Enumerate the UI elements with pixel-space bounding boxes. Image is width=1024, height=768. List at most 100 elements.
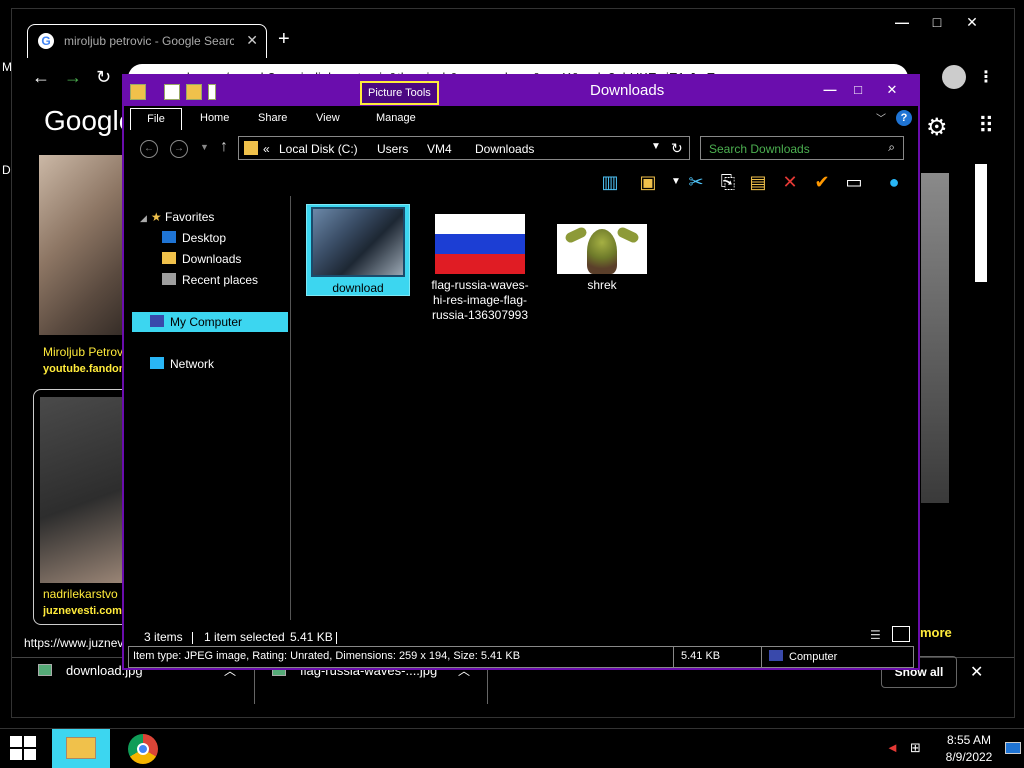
details-location-label: Computer <box>789 651 838 663</box>
new-folder-icon[interactable] <box>186 84 202 100</box>
taskbar-chrome[interactable] <box>128 734 158 764</box>
delete-icon[interactable]: ✕ <box>778 170 802 194</box>
up-arrow-icon[interactable]: ↑ <box>220 138 228 156</box>
more-results-link[interactable]: more <box>920 625 952 640</box>
new-tab-button[interactable]: + <box>278 29 290 49</box>
nav-network[interactable]: Network <box>150 357 214 371</box>
image-result-1-title[interactable]: Miroljub Petrovic <box>43 345 129 359</box>
nav-downloads[interactable]: Downloads <box>162 252 241 266</box>
details-file-info: Item type: JPEG image, Rating: Unrated, … <box>133 650 521 662</box>
show-desktop-icon[interactable] <box>1005 742 1021 754</box>
search-downloads-input[interactable]: Search Downloads ⌕ <box>700 136 904 160</box>
cut-icon[interactable]: ✂ <box>684 170 708 194</box>
computer-icon <box>150 315 164 327</box>
ribbon-tab-share[interactable]: Share <box>258 112 287 124</box>
customize-quick-access-icon[interactable] <box>208 84 216 100</box>
chrome-menu-icon[interactable]: ⋮ <box>978 67 994 87</box>
large-icons-view-icon[interactable] <box>892 626 910 642</box>
network-icon <box>150 357 164 369</box>
breadcrumb-vm4[interactable]: VM4 <box>427 142 452 156</box>
image-result-1-source[interactable]: youtube.fandom.com <box>43 363 129 375</box>
image-result-2-source[interactable]: juznevesti.com <box>43 605 129 617</box>
explorer-maximize-button[interactable]: □ <box>846 80 870 100</box>
address-dropdown-icon[interactable]: ▼ <box>651 141 661 152</box>
chrome-tab-close-icon[interactable]: ✕ <box>246 32 258 49</box>
folder-icon <box>244 141 258 155</box>
clock-time[interactable]: 8:55 AM <box>930 733 1008 747</box>
nav-network-label: Network <box>170 357 215 371</box>
downloads-folder-icon <box>162 252 176 264</box>
file-item-download[interactable]: download <box>306 204 410 296</box>
status-url: https://www.juznevesti.com <box>12 633 130 653</box>
nav-my-computer-item[interactable]: My Computer <box>150 315 242 329</box>
breadcrumb-downloads[interactable]: Downloads <box>475 142 534 156</box>
nav-desktop[interactable]: Desktop <box>162 231 226 245</box>
network-globe-icon[interactable]: ● <box>882 170 906 194</box>
breadcrumb-users[interactable]: Users <box>377 142 408 156</box>
chrome-minimize-button[interactable]: — <box>890 12 914 32</box>
ribbon-tab-view[interactable]: View <box>316 112 340 124</box>
chrome-close-button[interactable]: ✕ <box>960 12 984 32</box>
network-tray-icon[interactable]: ⊞ <box>910 740 921 756</box>
nav-favorites[interactable]: ◢ ★ Favorites <box>140 210 214 224</box>
volume-muted-icon[interactable]: ◄ <box>886 740 899 755</box>
image-result-2-title[interactable]: nadrilekarstvo <box>43 587 129 601</box>
star-icon: ★ <box>150 210 162 224</box>
forward-arrow-icon[interactable]: → <box>170 140 188 158</box>
select-all-icon[interactable]: ✔ <box>810 170 834 194</box>
refresh-icon[interactable]: ↻ <box>671 140 683 157</box>
google-logo[interactable]: Google <box>44 105 134 137</box>
back-arrow-icon[interactable]: ← <box>140 140 158 158</box>
pane-divider[interactable] <box>290 196 291 620</box>
start-button[interactable] <box>10 736 38 762</box>
ribbon-tab-manage[interactable]: Manage <box>376 112 416 124</box>
thumbnail-flag-russia <box>435 214 525 274</box>
google-apps-icon[interactable]: ⠿ <box>978 113 994 139</box>
rename-icon[interactable]: ▭ <box>842 170 866 194</box>
picture-tools-tab[interactable]: Picture Tools <box>360 81 439 105</box>
breadcrumb-local-disk[interactable]: Local Disk (C:) <box>279 142 358 156</box>
copy-icon[interactable]: ⎘ <box>716 170 740 194</box>
file-name: flag-russia-waves-hi-res-image-flag-russ… <box>431 278 529 322</box>
details-view-icon[interactable]: ☰ <box>870 628 881 642</box>
page-scrollbar-thumb[interactable] <box>975 164 987 282</box>
ribbon-tabs <box>124 106 918 132</box>
chrome-tab[interactable]: G miroljub petrovic - Google Search ✕ <box>27 24 267 58</box>
file-explorer-icon <box>66 737 96 759</box>
explorer-address-bar[interactable]: « Local Disk (C:) Users VM4 Downloads ▼ … <box>238 136 690 160</box>
taskbar-file-explorer[interactable] <box>52 729 110 768</box>
ribbon-tab-file[interactable]: File <box>130 108 182 130</box>
profile-avatar-icon[interactable] <box>942 65 966 89</box>
paste-icon[interactable]: ▤ <box>746 170 770 194</box>
image-result-right[interactable] <box>921 173 949 503</box>
forward-arrow-icon[interactable]: → <box>64 67 82 88</box>
clock-date[interactable]: 8/9/2022 <box>930 750 1008 764</box>
explorer-close-button[interactable]: ✕ <box>880 80 904 100</box>
close-downloads-bar-icon[interactable]: ✕ <box>970 662 983 682</box>
status-selected-size: 5.41 KB <box>290 630 333 644</box>
explorer-window: Picture Tools Downloads — □ ✕ File Home … <box>122 74 920 670</box>
back-arrow-icon[interactable]: ← <box>32 67 50 88</box>
properties-icon[interactable] <box>164 84 180 100</box>
ribbon-tab-home[interactable]: Home <box>200 112 229 124</box>
nav-recent-places[interactable]: Recent places <box>162 273 258 287</box>
help-icon[interactable]: ? <box>896 110 912 126</box>
reload-icon[interactable]: ↻ <box>96 67 111 88</box>
explorer-titlebar[interactable]: Picture Tools Downloads — □ ✕ <box>124 76 918 106</box>
folder-app-icon <box>130 84 146 100</box>
google-favicon-icon: G <box>38 33 54 49</box>
preview-pane-icon[interactable]: ▥ <box>598 170 622 194</box>
file-item-shrek[interactable]: shrek <box>550 224 654 293</box>
chrome-maximize-button[interactable]: □ <box>925 12 949 32</box>
file-item-flag-russia[interactable]: flag-russia-waves-hi-res-image-flag-russ… <box>428 214 532 323</box>
collapse-triangle-icon[interactable]: ◢ <box>140 213 147 223</box>
views-icon[interactable]: ▣ <box>636 170 660 194</box>
status-divider <box>192 632 193 644</box>
recent-locations-chevron-icon[interactable]: ▼ <box>200 142 209 152</box>
chevron-down-icon[interactable]: ﹀ <box>876 110 886 125</box>
explorer-minimize-button[interactable]: — <box>818 80 842 100</box>
details-location: Computer <box>769 650 837 663</box>
details-divider <box>761 647 762 667</box>
settings-gear-icon[interactable]: ⚙ <box>926 113 948 142</box>
breadcrumb-overflow[interactable]: « <box>263 142 270 156</box>
